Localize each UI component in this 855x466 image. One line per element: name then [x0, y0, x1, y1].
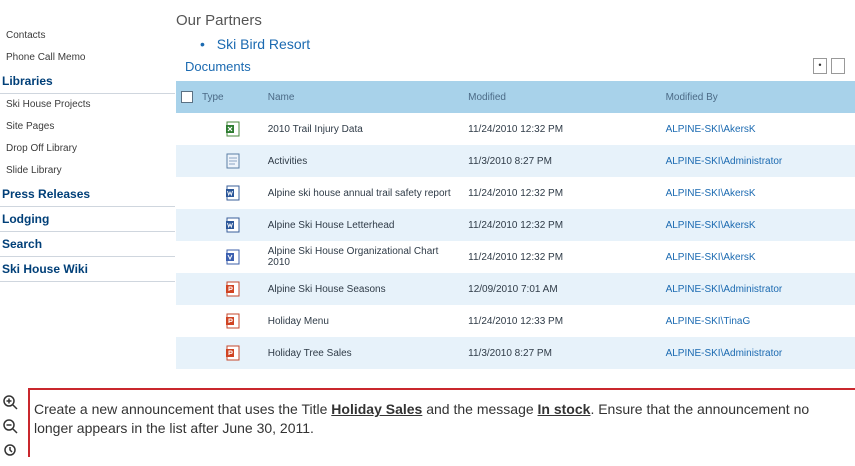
word-icon[interactable]	[225, 185, 240, 201]
table-row[interactable]: Holiday Tree Sales 11/3/2010 8:27 PM ALPIN…	[176, 337, 855, 369]
documents-title[interactable]: Documents	[185, 59, 251, 74]
web-part-checkbox[interactable]	[831, 58, 845, 74]
partners-title: Our Partners	[176, 12, 262, 29]
document-name-link[interactable]: Alpine Ski House Seasons	[268, 284, 468, 295]
excel-icon[interactable]	[225, 121, 240, 137]
table-row[interactable]: 2010 Trail Injury Data 11/24/2010 12:32 P…	[176, 113, 855, 145]
column-header-type[interactable]: Type	[198, 92, 268, 103]
task-text-prefix: Create a new announcement that uses the …	[34, 401, 332, 417]
table-row[interactable]: Alpine Ski House Seasons 12/09/2010 7:01 …	[176, 273, 855, 305]
modified-by-link[interactable]: ALPINE-SKI\AkersK	[666, 252, 855, 263]
partner-item: • Ski Bird Resort	[200, 36, 310, 52]
modified-date: 11/24/2010 12:33 PM	[468, 315, 564, 327]
table-row[interactable]: Alpine Ski House Organizational Chart 20…	[176, 241, 855, 273]
zoom-out-icon[interactable]	[2, 418, 18, 434]
document-icon[interactable]	[226, 153, 240, 169]
zoom-in-icon[interactable]	[2, 394, 18, 410]
nav-item-slide-library[interactable]: Slide Library	[0, 160, 175, 182]
task-text-middle: and the message	[422, 401, 538, 417]
modified-date: 11/24/2010 12:32 PM	[468, 123, 564, 135]
modified-date: 12/09/2010 7:01 AM	[468, 283, 558, 295]
table-row[interactable]: Alpine ski house annual trail safety rep…	[176, 177, 855, 209]
column-header-modified[interactable]: Modified	[468, 92, 665, 103]
document-name-link[interactable]: Alpine ski house annual trail safety rep…	[268, 188, 468, 199]
word-icon[interactable]	[225, 217, 240, 233]
nav-item-ski-house-projects[interactable]: Ski House Projects	[0, 94, 175, 116]
document-name-link[interactable]: Alpine Ski House Organizational Chart 20…	[268, 246, 468, 268]
nav-head-search[interactable]: Search	[0, 232, 175, 257]
table-row[interactable]: Activities 11/3/2010 8:27 PM ALPINE-SKI\Ad…	[176, 145, 855, 177]
restore-icon[interactable]	[2, 442, 18, 458]
modified-by-link[interactable]: ALPINE-SKI\AkersK	[666, 188, 855, 199]
nav-head-ski-house-wiki[interactable]: Ski House Wiki	[0, 257, 175, 282]
nav-head-libraries[interactable]: Libraries	[0, 69, 175, 94]
document-name-link[interactable]: 2010 Trail Injury Data	[268, 124, 468, 135]
partner-link-ski-bird-resort[interactable]: Ski Bird Resort	[217, 36, 310, 52]
powerpoint-icon[interactable]	[225, 313, 240, 329]
task-message-value: In stock	[537, 401, 591, 417]
left-navigation: Contacts Phone Call Memo Libraries Ski H…	[0, 25, 175, 282]
powerpoint-icon[interactable]	[225, 281, 240, 297]
modified-date: 11/3/2010 8:27 PM	[468, 155, 552, 167]
documents-table: Type Name Modified Modified By 2010 Trai…	[176, 81, 855, 369]
modified-by-link[interactable]: ALPINE-SKI\AkersK	[666, 124, 855, 135]
nav-item-phone-call-memo[interactable]: Phone Call Memo	[0, 47, 175, 69]
task-title-value: Holiday Sales	[331, 401, 423, 417]
modified-date: 11/3/2010 8:27 PM	[468, 347, 552, 359]
modified-date: 11/24/2010 12:32 PM	[468, 187, 564, 199]
modified-date: 11/24/2010 12:32 PM	[468, 251, 564, 263]
document-name-link[interactable]: Holiday Menu	[268, 316, 468, 327]
modified-by-link[interactable]: ALPINE-SKI\AkersK	[666, 220, 855, 231]
document-name-link[interactable]: Activities	[268, 156, 468, 167]
side-icons	[2, 394, 22, 466]
powerpoint-icon[interactable]	[225, 345, 240, 361]
table-row[interactable]: Holiday Menu 11/24/2010 12:33 PM ALPINE-SK…	[176, 305, 855, 337]
modified-date: 11/24/2010 12:32 PM	[468, 219, 564, 231]
visio-icon[interactable]	[225, 249, 240, 265]
document-name-link[interactable]: Alpine Ski House Letterhead	[268, 220, 468, 231]
document-name-link[interactable]: Holiday Tree Sales	[268, 348, 468, 359]
modified-by-link[interactable]: ALPINE-SKI\Administrator	[666, 156, 855, 167]
table-row[interactable]: Alpine Ski House Letterhead 11/24/2010 12…	[176, 209, 855, 241]
nav-head-lodging[interactable]: Lodging	[0, 207, 175, 232]
table-header: Type Name Modified Modified By	[176, 81, 855, 113]
bullet: •	[200, 36, 205, 52]
modified-by-link[interactable]: ALPINE-SKI\TinaG	[666, 316, 855, 327]
column-header-name[interactable]: Name	[268, 92, 468, 103]
column-header-modified-by[interactable]: Modified By	[666, 92, 855, 103]
modified-by-link[interactable]: ALPINE-SKI\Administrator	[666, 284, 855, 295]
nav-head-press-releases[interactable]: Press Releases	[0, 182, 175, 207]
nav-item-site-pages[interactable]: Site Pages	[0, 116, 175, 138]
task-instruction-text: Create a new announcement that uses the …	[34, 400, 834, 438]
documents-toolbar: •	[813, 58, 845, 74]
select-all-checkbox[interactable]	[180, 91, 193, 103]
nav-item-contacts[interactable]: Contacts	[0, 25, 175, 47]
nav-item-drop-off-library[interactable]: Drop Off Library	[0, 138, 175, 160]
modified-by-link[interactable]: ALPINE-SKI\Administrator	[666, 348, 855, 359]
task-instruction-panel: Create a new announcement that uses the …	[28, 388, 855, 457]
web-part-menu-button[interactable]: •	[813, 58, 827, 74]
